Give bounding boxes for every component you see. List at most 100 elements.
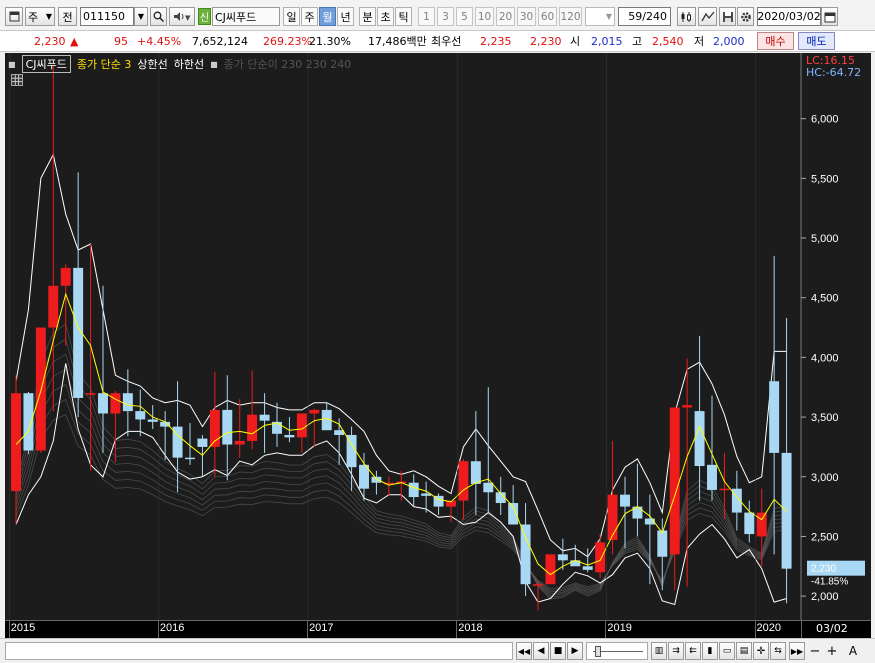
scroll-track[interactable]: [5, 642, 513, 660]
calendar-button[interactable]: [821, 7, 838, 26]
scroll-end-button[interactable]: ▶▶: [789, 642, 805, 660]
legend-ma[interactable]: 종가 단순 3: [77, 56, 131, 72]
crosshair-icon: ✛: [756, 645, 766, 657]
year-label: 2017: [309, 622, 334, 634]
search-button[interactable]: [150, 7, 167, 26]
candle-body: [334, 430, 345, 435]
chevron-down-icon: ▼: [45, 12, 52, 21]
price-tick-label: 5,000: [811, 233, 839, 245]
interval-120[interactable]: 120: [559, 7, 582, 26]
zoom-out-button[interactable]: −: [807, 642, 823, 660]
interval-1[interactable]: 1: [418, 7, 435, 26]
current-price-tag-label: 2,230: [811, 564, 836, 575]
volume-toggle-button[interactable]: ▭: [719, 642, 735, 660]
zoom-slider[interactable]: [586, 642, 648, 660]
crosshair-button[interactable]: ✛: [753, 642, 769, 660]
date-input[interactable]: 2020/03/02: [757, 7, 821, 26]
code-dropdown-button[interactable]: ▼: [134, 7, 148, 26]
price-tick-label: 5,500: [811, 173, 839, 185]
price-tick-label: 3,000: [811, 472, 839, 484]
settings-button[interactable]: [737, 7, 754, 26]
new-badge: 신: [198, 8, 211, 25]
candle-body: [222, 409, 233, 445]
year-tick: [754, 621, 756, 639]
stock-code-input[interactable]: 011150: [80, 7, 134, 26]
candle-body: [756, 512, 767, 537]
scroll-prev-button[interactable]: ◀: [533, 642, 549, 660]
candle-body: [582, 566, 593, 570]
interval-120-label: 120: [560, 10, 581, 23]
interval-custom-input[interactable]: ▼: [585, 7, 615, 26]
bar-chart-icon: ▮: [707, 646, 713, 656]
chart-style-button[interactable]: ▥: [651, 642, 667, 660]
text-tool-button[interactable]: A: [842, 642, 864, 660]
period-year[interactable]: 년: [337, 7, 354, 26]
candle-body: [122, 393, 133, 412]
candle-body: [234, 440, 245, 445]
year-tick: [157, 621, 159, 639]
zoom-slider-handle[interactable]: [595, 646, 601, 657]
candle-body: [110, 393, 121, 414]
grid-toggle-button[interactable]: [11, 74, 23, 86]
sell-button[interactable]: 매도: [798, 32, 835, 50]
prev-button[interactable]: 전: [58, 7, 77, 26]
chart-panel[interactable]: 6,000 5,500 5,000 4,500 4,000 3,500 3,000 2,500…: [5, 53, 871, 638]
compress-button[interactable]: ⇉: [668, 642, 684, 660]
volume-ratio: 269.23%: [263, 34, 312, 48]
sound-button[interactable]: ▼: [169, 7, 195, 26]
buy-button[interactable]: 매수: [757, 32, 794, 50]
turnover-rate: 21.30%: [309, 34, 351, 48]
interval-1-label: 1: [423, 10, 430, 23]
scroll-next-button[interactable]: ▶: [567, 642, 583, 660]
legend-stock-name[interactable]: CJ씨푸드: [21, 55, 71, 73]
line-tool-button[interactable]: [698, 7, 717, 26]
price-tick-label: 4,500: [811, 293, 839, 305]
window-icon-button[interactable]: [5, 7, 23, 26]
interval-10[interactable]: 10: [475, 7, 494, 26]
speaker-icon: ▼: [174, 12, 191, 22]
legend-ma-group[interactable]: 종가 단순이 230 230 240: [224, 56, 352, 72]
stock-name-field[interactable]: CJ씨푸드: [212, 7, 280, 26]
buy-label: 매수: [765, 35, 786, 48]
interval-3-label: 3: [442, 10, 449, 23]
interval-20[interactable]: 20: [496, 7, 515, 26]
interval-3[interactable]: 3: [437, 7, 454, 26]
market-type-select[interactable]: 주 ▼: [25, 7, 55, 26]
interval-60[interactable]: 60: [538, 7, 557, 26]
period-day[interactable]: 일: [283, 7, 300, 26]
price-chart[interactable]: 6,000 5,500 5,000 4,500 4,000 3,500 3,000 2,500…: [5, 53, 871, 620]
stock-name-value: CJ씨푸드: [215, 10, 257, 24]
candle: [23, 392, 34, 455]
scroll-first-button[interactable]: ◀◀: [516, 642, 532, 660]
candle-type-button[interactable]: [677, 7, 696, 26]
price-tick-label: 6,000: [811, 114, 839, 126]
legend-square-icon: ■: [210, 59, 218, 69]
period-tick[interactable]: 틱: [395, 7, 412, 26]
period-month[interactable]: 월: [319, 7, 336, 26]
candle-body: [557, 554, 568, 561]
interval-30[interactable]: 30: [517, 7, 536, 26]
expand-button[interactable]: ⇇: [685, 642, 701, 660]
measure-button[interactable]: ⇆: [770, 642, 786, 660]
period-minute[interactable]: 분: [359, 7, 376, 26]
count-input[interactable]: 59/240: [618, 7, 671, 26]
period-minute-label: 분: [362, 10, 373, 24]
period-second[interactable]: 초: [377, 7, 394, 26]
period-week[interactable]: 주: [301, 7, 318, 26]
legend-lower-band[interactable]: 하한선: [174, 56, 204, 72]
zoom-in-button[interactable]: +: [824, 642, 840, 660]
stop-button[interactable]: ■: [550, 642, 566, 660]
save-button[interactable]: [719, 7, 736, 26]
candle-body: [607, 494, 618, 541]
candle-body: [620, 494, 630, 507]
prev-label: 전: [62, 10, 73, 24]
interval-5[interactable]: 5: [456, 7, 473, 26]
print-button[interactable]: ▤: [736, 642, 752, 660]
bar-style-button[interactable]: ▮: [702, 642, 718, 660]
legend-upper-band[interactable]: 상한선: [137, 56, 167, 72]
legend-square-icon: ■: [8, 59, 16, 69]
low-label: 저: [694, 35, 705, 48]
time-axis-end-label: 03/02: [816, 622, 848, 635]
candle-body: [719, 488, 730, 491]
interval-30-label: 30: [519, 10, 534, 23]
